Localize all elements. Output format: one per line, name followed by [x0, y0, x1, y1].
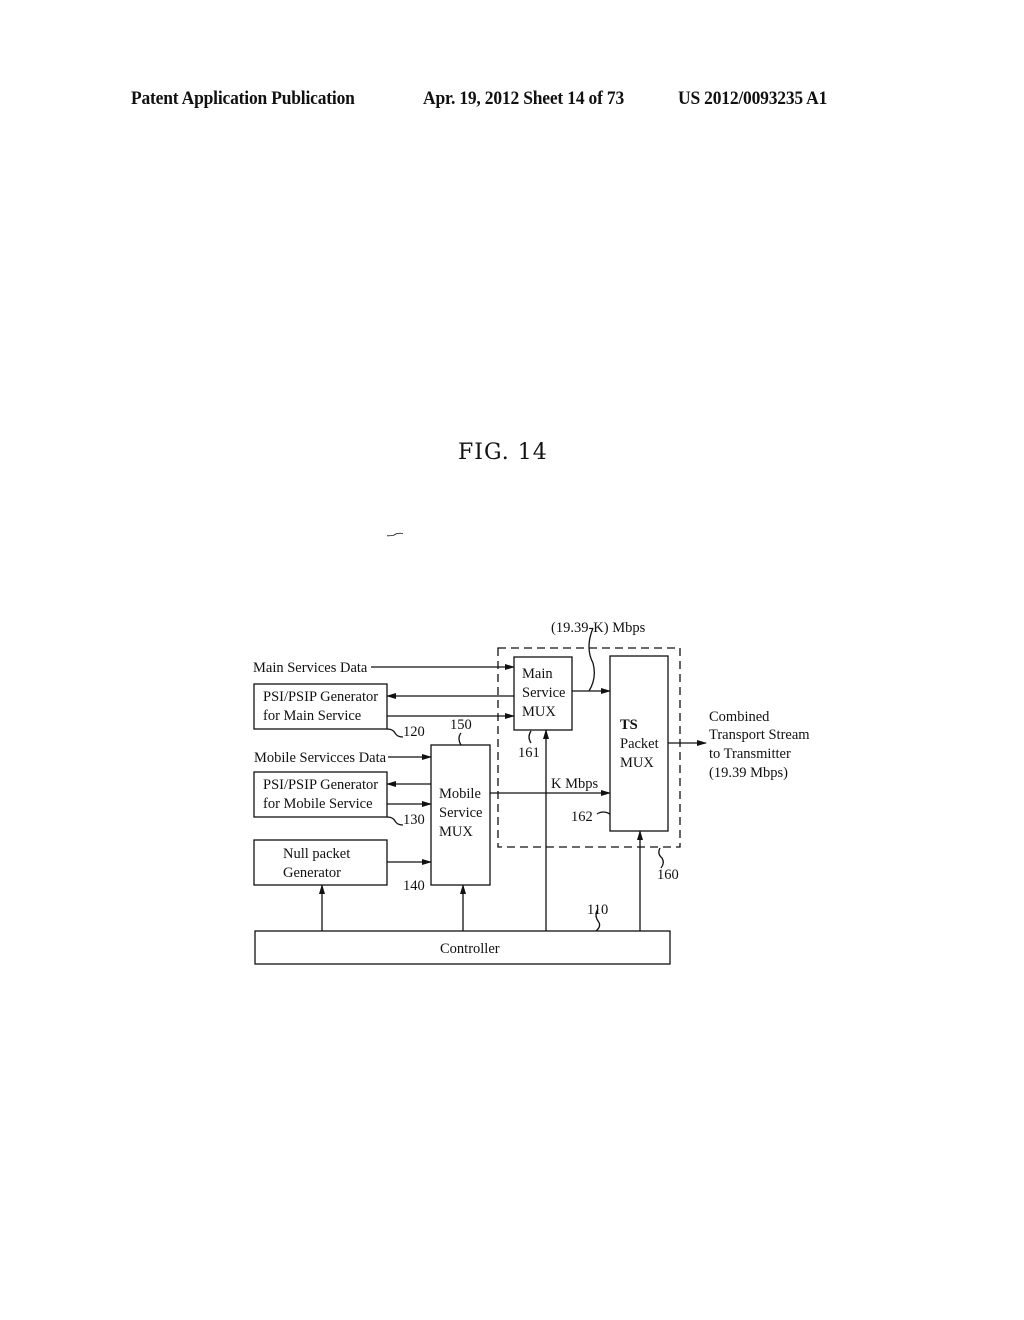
output-line1: Combined [709, 709, 770, 725]
ref-110: 110 [587, 902, 608, 918]
main-mux-line2: Service [522, 685, 565, 701]
k-mbps-label: K Mbps [551, 776, 598, 792]
ref-130: 130 [403, 812, 425, 828]
output-line3: to Transmitter [709, 746, 791, 762]
main-rate-label: (19.39-K) Mbps [551, 620, 646, 636]
psi-main-line1: PSI/PSIP Generator [263, 689, 378, 705]
null-packet-line1: Null packet [283, 846, 350, 862]
controller-label: Controller [440, 941, 500, 957]
psi-mobile-line1: PSI/PSIP Generator [263, 777, 378, 793]
ts-mux-line2: Packet [620, 736, 659, 752]
mobile-services-data-label: Mobile Servicces Data [254, 750, 387, 766]
ref-160: 160 [657, 867, 679, 883]
mobile-mux-line2: Service [439, 805, 482, 821]
mobile-mux-line3: MUX [439, 824, 473, 840]
psi-main-line2: for Main Service [263, 708, 361, 724]
output-line4: (19.39 Mbps) [709, 765, 788, 781]
main-mux-line3: MUX [522, 704, 556, 720]
main-services-data-label: Main Services Data [253, 660, 368, 676]
main-mux-line1: Main [522, 666, 553, 682]
ref-162: 162 [571, 809, 593, 825]
ts-mux-line3: MUX [620, 755, 654, 771]
ref-140: 140 [403, 878, 425, 894]
ts-mux-line1: TS [620, 717, 638, 733]
null-packet-line2: Generator [283, 865, 341, 881]
block-diagram: Main Services Data Mobile Servicces Data… [253, 532, 810, 965]
ref-161: 161 [518, 745, 540, 761]
mobile-mux-line1: Mobile [439, 786, 481, 802]
output-line2: Transport Stream [709, 727, 810, 743]
ref-120: 120 [403, 724, 425, 740]
ref-150: 150 [450, 717, 472, 733]
psi-mobile-line2: for Mobile Service [263, 796, 373, 812]
